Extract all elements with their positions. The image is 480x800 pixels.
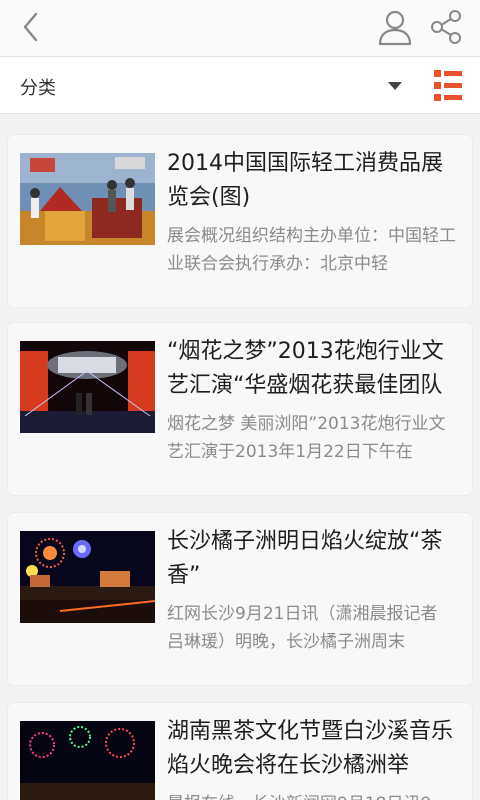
list-item[interactable]: 2014中国国际轻工消费品展览会(图) 展会概况组织结构主办单位：中国轻工业联合…: [7, 134, 473, 308]
category-filter-bar[interactable]: 分类: [0, 56, 480, 114]
article-title[interactable]: 湖南黑茶文化节暨白沙溪音乐焰火晚会将在长沙橘洲举: [167, 715, 459, 783]
list-view-icon[interactable]: [434, 70, 462, 102]
article-title[interactable]: 长沙橘子洲明日焰火绽放“茶香”: [167, 525, 459, 593]
list-item[interactable]: 长沙橘子洲明日焰火绽放“茶香” 红网长沙9月21日讯（潇湘晨报记者 吕琳瑗）明晚…: [7, 512, 473, 686]
category-label[interactable]: 分类: [20, 74, 56, 100]
user-icon[interactable]: [377, 8, 413, 46]
list-item[interactable]: 湖南黑茶文化节暨白沙溪音乐焰火晚会将在长沙橘洲举 晨报在线，长沙新闻网9月18日…: [7, 702, 473, 800]
article-summary: 烟花之梦 美丽浏阳”2013花炮行业文艺汇演于2013年1月22日下午在: [167, 414, 446, 462]
article-thumbnail: [20, 153, 155, 245]
list-item[interactable]: “烟花之梦”2013花炮行业文艺汇演“华盛烟花获最佳团队 烟花之梦 美丽浏阳”2…: [7, 322, 473, 496]
share-icon[interactable]: [428, 9, 464, 45]
article-thumbnail: [20, 341, 155, 433]
article-title[interactable]: “烟花之梦”2013花炮行业文艺汇演“华盛烟花获最佳团队: [167, 335, 459, 403]
article-thumbnail: [20, 721, 155, 800]
article-title[interactable]: 2014中国国际轻工消费品展览会(图): [167, 147, 459, 215]
top-bar: [0, 0, 480, 56]
chevron-left-icon[interactable]: [14, 10, 48, 44]
article-summary: 展会概况组织结构主办单位：中国轻工业联合会执行承办：北京中轻: [167, 226, 456, 274]
dropdown-caret-icon[interactable]: [388, 82, 402, 90]
article-summary: 红网长沙9月21日讯（潇湘晨报记者 吕琳瑗）明晚，长沙橘子洲周末: [167, 604, 438, 652]
article-thumbnail: [20, 531, 155, 623]
article-summary: 晨报在线，长沙新闻网9月18日讯9: [167, 790, 459, 800]
